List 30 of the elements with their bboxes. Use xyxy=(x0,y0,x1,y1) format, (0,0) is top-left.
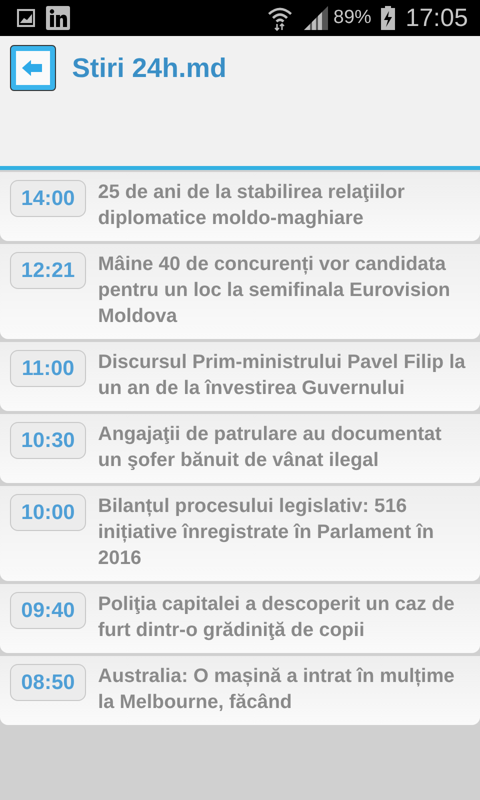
image-icon xyxy=(16,8,36,28)
time-label: 14:00 xyxy=(10,180,86,217)
news-headline: 25 de ani de la stabilirea relaţiilor diplomatice moldo-maghiare xyxy=(98,180,406,231)
signal-icon xyxy=(303,5,330,31)
time-label: 10:00 xyxy=(10,494,86,531)
back-button[interactable] xyxy=(10,45,56,91)
news-item[interactable]: 11:00 Discursul Prim-ministrului Pavel Filip la un an de la învestirea Guvernului xyxy=(0,342,480,411)
clock: 17:05 xyxy=(405,4,468,32)
battery-charging-icon xyxy=(381,6,396,30)
news-headline: Mâine 40 de concurenți vor candidata pentru un loc la semifinala Eurovision Moldova xyxy=(98,252,452,329)
time-label: 12:21 xyxy=(10,252,86,289)
news-headline: Discursul Prim-ministrului Pavel Filip la un an de la învestirea Guvernului xyxy=(98,350,466,401)
news-headline: Poliţia capitalei a descoperit un caz de furt dintr-o grădiniţă de copii xyxy=(98,592,456,643)
news-headline: Bilanțul procesului legislativ: 516 inițiative înregistrate în Parlament în 2016 xyxy=(98,494,435,571)
news-item[interactable]: 09:40 Poliţia capitalei a descoperit un caz de furt dintr-o grădiniţă de copii xyxy=(0,584,480,653)
app-logo-icon xyxy=(46,6,70,30)
news-item[interactable]: 12:21 Mâine 40 de concurenți vor candidata pentru un loc la semifinala Eurovision Moldova xyxy=(0,244,480,339)
news-item[interactable]: 10:30 Angajaţii de patrulare au documentat un şofer bănuit de vânat ilegal xyxy=(0,414,480,483)
time-label: 10:30 xyxy=(10,422,86,459)
app-title: Stiri 24h.md xyxy=(72,52,227,84)
time-label: 11:00 xyxy=(10,350,86,387)
battery-percent: 89% xyxy=(333,7,372,29)
news-headline: Angajaţii de patrulare au documentat un şofer bănuit de vânat ilegal xyxy=(98,422,442,473)
wifi-icon xyxy=(267,5,294,31)
news-item[interactable]: 10:00 Bilanțul procesului legislativ: 516 inițiative înregistrate în Parlament în 2016 xyxy=(0,486,480,581)
time-label: 09:40 xyxy=(10,592,86,629)
news-headline: Australia: O mașină a intrat în mulțime la Melbourne, făcând xyxy=(98,664,456,715)
time-label: 08:50 xyxy=(10,664,86,701)
news-item[interactable]: 14:00 25 de ani de la stabilirea relaţiilor diplomatice moldo-maghiare xyxy=(0,172,480,241)
news-item[interactable]: 08:50 Australia: O mașină a intrat în mulțime la Melbourne, făcând xyxy=(0,656,480,725)
